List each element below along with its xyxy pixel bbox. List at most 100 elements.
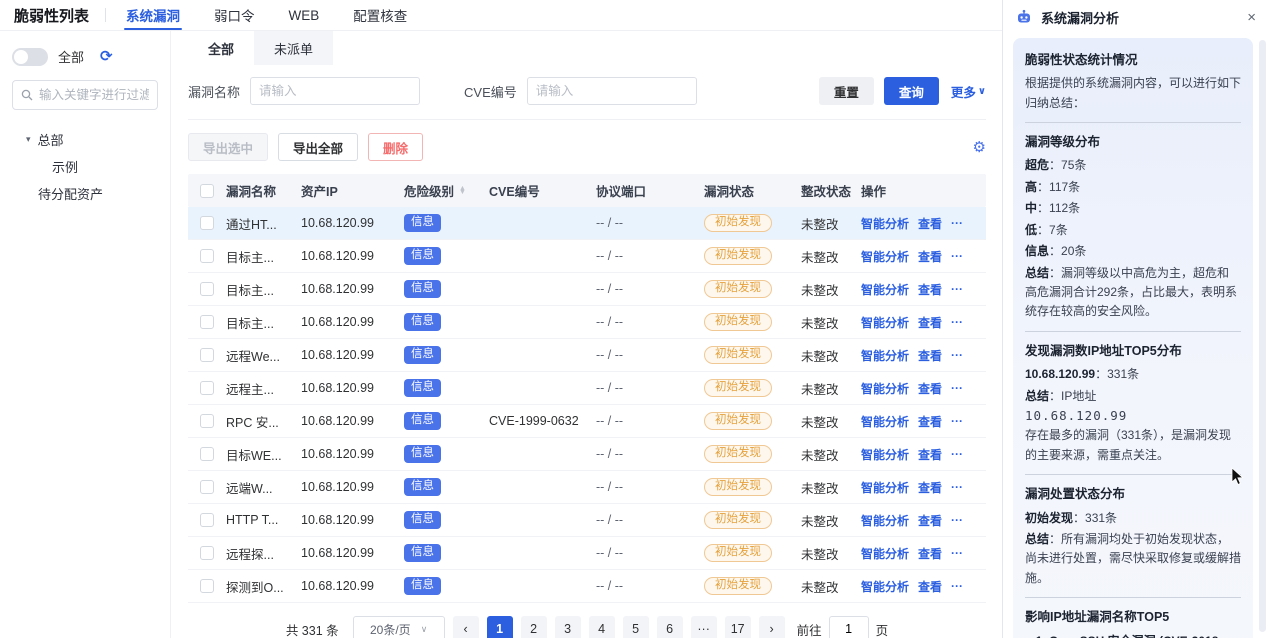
cell-vuln-name[interactable]: 目标主... xyxy=(226,313,301,332)
cell-vuln-name[interactable]: 目标主... xyxy=(226,280,301,299)
query-button[interactable]: 查询 xyxy=(884,77,939,105)
page-button[interactable]: 1 xyxy=(487,616,513,638)
more-operations-icon[interactable]: ··· xyxy=(951,348,963,362)
row-checkbox[interactable] xyxy=(200,513,214,527)
cell-vuln-name[interactable]: 远程We... xyxy=(226,346,301,365)
row-checkbox[interactable] xyxy=(200,414,214,428)
page-button[interactable]: 5 xyxy=(623,616,649,638)
top-tab[interactable]: 弱口令 xyxy=(214,0,255,30)
row-checkbox[interactable] xyxy=(200,579,214,593)
ai-analyze-link[interactable]: 智能分析 xyxy=(861,314,909,331)
more-operations-icon[interactable]: ··· xyxy=(951,546,963,560)
cell-vuln-name[interactable]: 远程主... xyxy=(226,379,301,398)
cell-vuln-name[interactable]: RPC 安... xyxy=(226,412,301,431)
ai-analyze-link[interactable]: 智能分析 xyxy=(861,248,909,265)
row-checkbox[interactable] xyxy=(200,480,214,494)
export-selected-button[interactable]: 导出选中 xyxy=(188,133,268,161)
page-button[interactable]: 17 xyxy=(725,616,751,638)
cell-vuln-name[interactable]: 探测到O... xyxy=(226,577,301,596)
row-checkbox[interactable] xyxy=(200,216,214,230)
caret-down-icon[interactable]: ▾ xyxy=(26,135,31,144)
row-checkbox[interactable] xyxy=(200,315,214,329)
filter-keyword-input[interactable] xyxy=(39,88,149,102)
ai-analyze-link[interactable]: 智能分析 xyxy=(861,578,909,595)
more-operations-icon[interactable]: ··· xyxy=(951,249,963,263)
ai-analyze-link[interactable]: 智能分析 xyxy=(861,545,909,562)
more-operations-icon[interactable]: ··· xyxy=(951,282,963,296)
row-checkbox[interactable] xyxy=(200,249,214,263)
ai-analyze-link[interactable]: 智能分析 xyxy=(861,446,909,463)
sort-icon[interactable]: ▲ ▼ xyxy=(459,187,466,195)
tree-node-example[interactable]: 示例 xyxy=(12,153,158,180)
page-button[interactable]: 4 xyxy=(589,616,615,638)
page-button[interactable]: 3 xyxy=(555,616,581,638)
row-checkbox[interactable] xyxy=(200,282,214,296)
panel-body[interactable]: 脆弱性状态统计情况 根据提供的系统漏洞内容，可以进行如下归纳总结： 漏洞等级分布… xyxy=(1003,36,1268,638)
view-link[interactable]: 查看 xyxy=(918,479,942,496)
more-operations-icon[interactable]: ··· xyxy=(951,513,963,527)
close-icon[interactable]: × xyxy=(1247,10,1256,25)
prev-page-button[interactable]: ‹ xyxy=(453,616,479,638)
column-settings-gear-icon[interactable]: ⚙ xyxy=(973,138,986,156)
view-link[interactable]: 查看 xyxy=(918,347,942,364)
refresh-icon[interactable]: ⟳ xyxy=(100,49,113,64)
more-operations-icon[interactable]: ··· xyxy=(951,579,963,593)
view-link[interactable]: 查看 xyxy=(918,512,942,529)
table-row[interactable]: 远程We... 10.68.120.99 信息 -- / -- 初始发现 未整改… xyxy=(188,339,986,372)
top-tab[interactable]: WEB xyxy=(289,0,320,30)
table-row[interactable]: 探测到O... 10.68.120.99 信息 -- / -- 初始发现 未整改… xyxy=(188,570,986,603)
more-operations-icon[interactable]: ··· xyxy=(951,381,963,395)
cell-vuln-name[interactable]: 目标WE... xyxy=(226,445,301,464)
page-button[interactable]: 2 xyxy=(521,616,547,638)
cell-vuln-name[interactable]: 目标主... xyxy=(226,247,301,266)
table-row[interactable]: 远程主... 10.68.120.99 信息 -- / -- 初始发现 未整改 … xyxy=(188,372,986,405)
more-operations-icon[interactable]: ··· xyxy=(951,216,963,230)
top-tab[interactable]: 系统漏洞 xyxy=(126,0,180,30)
ai-analyze-link[interactable]: 智能分析 xyxy=(861,512,909,529)
cell-vuln-name[interactable]: 远程探... xyxy=(226,544,301,563)
cve-input[interactable] xyxy=(527,77,697,105)
vuln-name-input[interactable] xyxy=(250,77,420,105)
tree-node-headquarters[interactable]: ▾ 总部 xyxy=(12,126,158,153)
table-row[interactable]: 远端W... 10.68.120.99 信息 -- / -- 初始发现 未整改 … xyxy=(188,471,986,504)
row-checkbox[interactable] xyxy=(200,348,214,362)
select-all-checkbox[interactable] xyxy=(200,184,214,198)
table-row[interactable]: 目标主... 10.68.120.99 信息 -- / -- 初始发现 未整改 … xyxy=(188,273,986,306)
page-button[interactable]: 6 xyxy=(657,616,683,638)
next-page-button[interactable]: › xyxy=(759,616,785,638)
table-row[interactable]: HTTP T... 10.68.120.99 信息 -- / -- 初始发现 未… xyxy=(188,504,986,537)
table-row[interactable]: 目标WE... 10.68.120.99 信息 -- / -- 初始发现 未整改… xyxy=(188,438,986,471)
row-checkbox[interactable] xyxy=(200,447,214,461)
list-tab[interactable]: 未派单 xyxy=(254,31,333,65)
ai-analyze-link[interactable]: 智能分析 xyxy=(861,413,909,430)
table-row[interactable]: 目标主... 10.68.120.99 信息 -- / -- 初始发现 未整改 … xyxy=(188,240,986,273)
ai-analyze-link[interactable]: 智能分析 xyxy=(861,281,909,298)
header-risk-level[interactable]: 危险级别 ▲ ▼ xyxy=(404,181,489,200)
view-link[interactable]: 查看 xyxy=(918,314,942,331)
table-row[interactable]: 通过HT... 10.68.120.99 信息 -- / -- 初始发现 未整改… xyxy=(188,207,986,240)
row-checkbox[interactable] xyxy=(200,381,214,395)
table-row[interactable]: 目标主... 10.68.120.99 信息 -- / -- 初始发现 未整改 … xyxy=(188,306,986,339)
all-toggle[interactable] xyxy=(12,48,48,66)
goto-page-input[interactable] xyxy=(829,616,869,638)
table-row[interactable]: RPC 安... 10.68.120.99 信息 CVE-1999-0632 -… xyxy=(188,405,986,438)
ai-analyze-link[interactable]: 智能分析 xyxy=(861,215,909,232)
ai-analyze-link[interactable]: 智能分析 xyxy=(861,347,909,364)
page-size-select[interactable]: 20条/页 ∨ xyxy=(353,616,445,638)
view-link[interactable]: 查看 xyxy=(918,578,942,595)
export-all-button[interactable]: 导出全部 xyxy=(278,133,358,161)
cell-vuln-name[interactable]: HTTP T... xyxy=(226,513,301,527)
more-operations-icon[interactable]: ··· xyxy=(951,315,963,329)
more-operations-icon[interactable]: ··· xyxy=(951,447,963,461)
cell-vuln-name[interactable]: 远端W... xyxy=(226,478,301,497)
ai-analyze-link[interactable]: 智能分析 xyxy=(861,479,909,496)
top-tab[interactable]: 配置核查 xyxy=(353,0,407,30)
more-operations-icon[interactable]: ··· xyxy=(951,414,963,428)
view-link[interactable]: 查看 xyxy=(918,281,942,298)
sort-down-icon[interactable]: ▼ xyxy=(459,191,466,195)
tree-node-unassigned[interactable]: 待分配资产 xyxy=(12,180,158,207)
view-link[interactable]: 查看 xyxy=(918,545,942,562)
list-tab[interactable]: 全部 xyxy=(188,31,254,65)
cell-vuln-name[interactable]: 通过HT... xyxy=(226,214,301,233)
panel-scrollbar[interactable] xyxy=(1259,40,1266,632)
